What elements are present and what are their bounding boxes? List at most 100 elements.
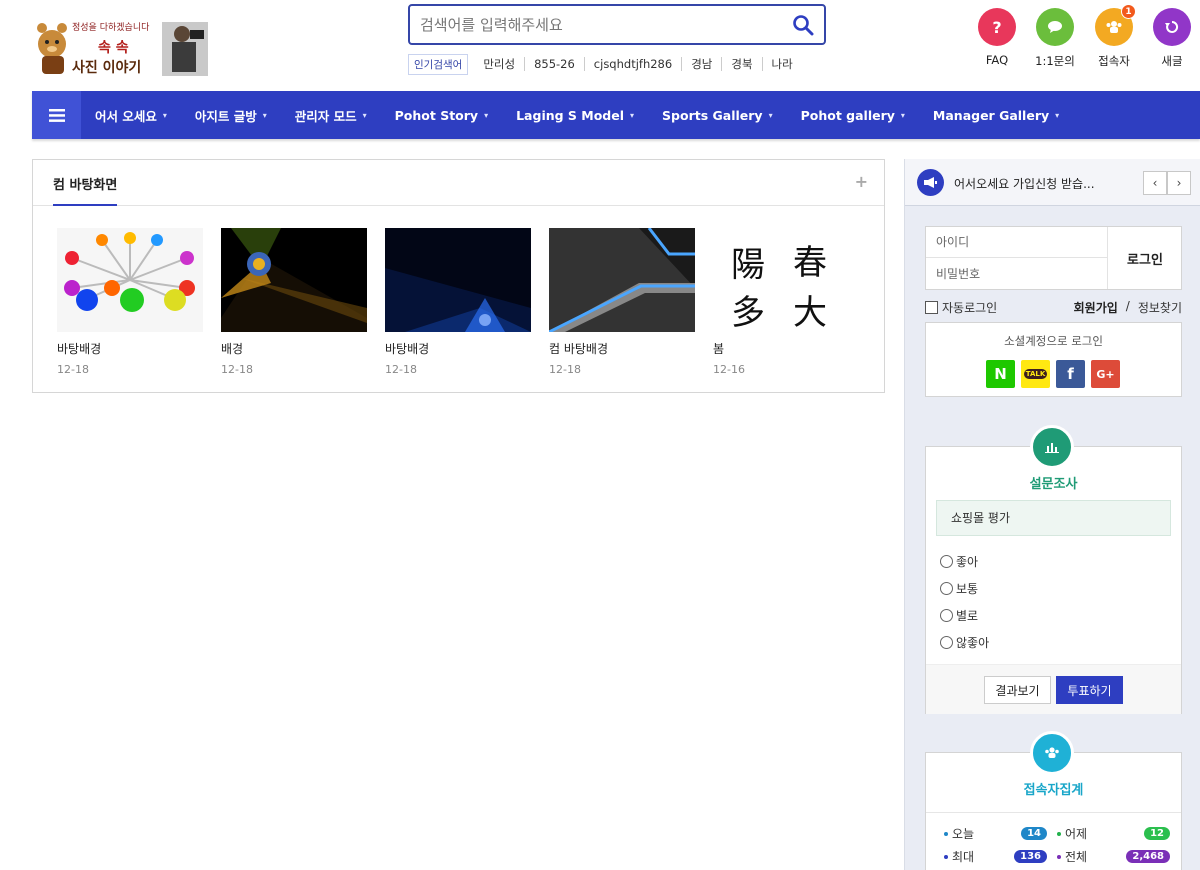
gallery-item[interactable]: 배경 12-18 bbox=[221, 228, 367, 376]
auto-login-checkbox[interactable] bbox=[925, 301, 938, 314]
nav-item-label: Pohot gallery bbox=[800, 107, 895, 123]
popular-keyword[interactable]: 경북 bbox=[721, 57, 761, 71]
kakao-icon[interactable]: TALK bbox=[1021, 360, 1050, 388]
social-login-box: 소셜계정으로 로그인 N TALK f G+ bbox=[925, 322, 1182, 397]
chart-icon bbox=[1030, 425, 1074, 469]
gallery-item-title[interactable]: 바탕배경 bbox=[385, 340, 531, 357]
login-box: 아이디 비밀번호 로그인 bbox=[925, 226, 1182, 290]
chevron-down-icon: ▾ bbox=[484, 110, 489, 120]
notice-text[interactable]: 어서오세요 가입신청 받습... bbox=[954, 175, 1095, 192]
radio-button[interactable] bbox=[940, 609, 953, 622]
nav-item-label: Laging S Model bbox=[516, 107, 625, 123]
poll-footer: 결과보기 투표하기 bbox=[926, 664, 1181, 714]
nav-item-welcome[interactable]: 어서 오세요 ▾ bbox=[95, 106, 167, 125]
nav-item-photo-gallery[interactable]: Pohot gallery ▾ bbox=[801, 108, 905, 123]
visitor-max: 최대 136 bbox=[944, 848, 1057, 865]
chat-icon bbox=[1036, 8, 1074, 46]
poll-option[interactable]: 별로 bbox=[940, 607, 978, 624]
chevron-down-icon: ▾ bbox=[162, 110, 167, 120]
hamburger-icon bbox=[48, 108, 65, 122]
gallery-item-title[interactable]: 컴 바탕배경 bbox=[549, 340, 695, 357]
notice-bar: 어서오세요 가입신청 받습... ‹ › bbox=[905, 159, 1200, 206]
naver-icon[interactable]: N bbox=[986, 360, 1015, 388]
visitor-today: 오늘 14 bbox=[944, 825, 1057, 842]
poll-option[interactable]: 좋아 bbox=[940, 553, 978, 570]
find-info-link[interactable]: 정보찾기 bbox=[1138, 299, 1182, 316]
gallery-list: 바탕배경 12-18 배경 12-18 바탕배경 12-18 컴 바탕배경 12… bbox=[57, 228, 877, 376]
chevron-down-icon: ▾ bbox=[1055, 110, 1060, 120]
gallery-thumbnail[interactable] bbox=[549, 228, 695, 332]
popular-keyword[interactable]: 나라 bbox=[761, 57, 802, 71]
visitors-link[interactable]: 1 접속자 bbox=[1084, 4, 1144, 69]
auto-login-label[interactable]: 자동로그인 bbox=[942, 299, 997, 316]
gallery-item-title[interactable]: 배경 bbox=[221, 340, 367, 357]
nav-item-photo-story[interactable]: Pohot Story ▾ bbox=[395, 108, 488, 123]
popular-keyword[interactable]: 경남 bbox=[681, 57, 721, 71]
popular-keyword[interactable]: 855-26 bbox=[524, 57, 584, 71]
popular-keywords-tag: 인기검색어 bbox=[408, 53, 469, 75]
popular-keyword[interactable]: cjsqhdtjfh286 bbox=[583, 57, 681, 71]
megaphone-icon bbox=[917, 169, 944, 196]
password-field[interactable]: 비밀번호 bbox=[926, 259, 1107, 290]
radio-button[interactable] bbox=[940, 582, 953, 595]
wallpaper-panel: 컴 바탕화면 + 바탕배경 12-18 배경 12-18 바탕배경 12-18 … bbox=[32, 159, 885, 393]
bullet-icon bbox=[1057, 831, 1061, 836]
visitor-max-count: 136 bbox=[1014, 850, 1047, 863]
site-logo[interactable]: 정성을 다하겠습니다 속 속 사진 이야기 bbox=[32, 16, 208, 76]
gallery-item[interactable]: 바탕배경 12-18 bbox=[57, 228, 203, 376]
header: 정성을 다하겠습니다 속 속 사진 이야기 인기검색어 만리성 855-26 c… bbox=[0, 0, 1200, 90]
logo-image: 정성을 다하겠습니다 속 속 사진 이야기 bbox=[32, 16, 208, 76]
new-posts-link[interactable]: 새글 bbox=[1142, 8, 1200, 69]
panel-title[interactable]: 컴 바탕화면 bbox=[53, 174, 118, 206]
gallery-item[interactable]: 바탕배경 12-18 bbox=[385, 228, 531, 376]
main-nav: 어서 오세요 ▾ 아지트 글방 ▾ 관리자 모드 ▾ Pohot Story ▾ Lag… bbox=[32, 91, 1200, 139]
login-button[interactable]: 로그인 bbox=[1107, 227, 1182, 289]
chevron-down-icon: ▾ bbox=[262, 110, 267, 120]
gallery-thumbnail[interactable]: 陽 春 多 大 bbox=[713, 228, 859, 332]
google-plus-icon[interactable]: G+ bbox=[1091, 360, 1120, 388]
poll-result-button[interactable]: 결과보기 bbox=[984, 676, 1051, 704]
plus-icon[interactable]: + bbox=[855, 172, 868, 191]
signup-link[interactable]: 회원가입 bbox=[1074, 299, 1118, 316]
nav-item-manager[interactable]: Manager Gallery ▾ bbox=[933, 108, 1059, 123]
gallery-thumbnail[interactable] bbox=[221, 228, 367, 332]
gallery-thumbnail[interactable] bbox=[385, 228, 531, 332]
username-field[interactable]: 아이디 bbox=[926, 227, 1107, 258]
popular-keyword[interactable]: 만리성 bbox=[474, 57, 524, 71]
social-icons: N TALK f G+ bbox=[986, 360, 1120, 388]
gallery-item[interactable]: 컴 바탕배경 12-18 bbox=[549, 228, 695, 376]
chevron-down-icon: ▾ bbox=[768, 110, 773, 120]
radio-button[interactable] bbox=[940, 555, 953, 568]
menu-button[interactable] bbox=[32, 91, 81, 139]
faq-link[interactable]: ? FAQ bbox=[967, 8, 1027, 67]
nav-item-agit[interactable]: 아지트 글방 ▾ bbox=[195, 106, 267, 125]
gallery-item-title[interactable]: 봄 bbox=[713, 340, 859, 357]
poll-option[interactable]: 않좋아 bbox=[940, 634, 989, 651]
gallery-item-date: 12-16 bbox=[713, 363, 745, 376]
chevron-left-icon[interactable]: ‹ bbox=[1143, 171, 1167, 195]
nav-item-sports[interactable]: Sports Gallery ▾ bbox=[662, 108, 773, 123]
visitor-yesterday: 어제 12 bbox=[1057, 825, 1170, 842]
visitor-yesterday-label: 어제 bbox=[1065, 827, 1088, 841]
poll-vote-button[interactable]: 투표하기 bbox=[1056, 676, 1123, 704]
gallery-thumbnail[interactable] bbox=[57, 228, 203, 332]
nav-item-model[interactable]: Laging S Model ▾ bbox=[516, 108, 634, 123]
poll-title: 설문조사 bbox=[1029, 477, 1078, 492]
users-icon bbox=[1030, 731, 1074, 775]
chevron-right-icon[interactable]: › bbox=[1167, 171, 1191, 195]
facebook-icon[interactable]: f bbox=[1056, 360, 1085, 388]
refresh-icon bbox=[1153, 8, 1191, 46]
poll-option[interactable]: 보통 bbox=[940, 580, 978, 597]
nav-item-admin[interactable]: 관리자 모드 ▾ bbox=[295, 106, 367, 125]
gallery-item[interactable]: 陽 春 多 大 봄 12-16 bbox=[713, 228, 859, 376]
inquiry-link[interactable]: 1:1문의 bbox=[1025, 8, 1085, 69]
poll-option-label: 않좋아 bbox=[956, 636, 990, 650]
svg-text:大: 大 bbox=[793, 293, 827, 332]
radio-button[interactable] bbox=[940, 636, 953, 649]
nav-item-label: 어서 오세요 bbox=[95, 108, 157, 124]
search-input[interactable] bbox=[410, 6, 770, 43]
visitor-total-count: 2,468 bbox=[1126, 850, 1170, 863]
bullet-icon bbox=[944, 831, 948, 836]
gallery-item-title[interactable]: 바탕배경 bbox=[57, 340, 203, 357]
search-icon[interactable] bbox=[792, 14, 814, 36]
